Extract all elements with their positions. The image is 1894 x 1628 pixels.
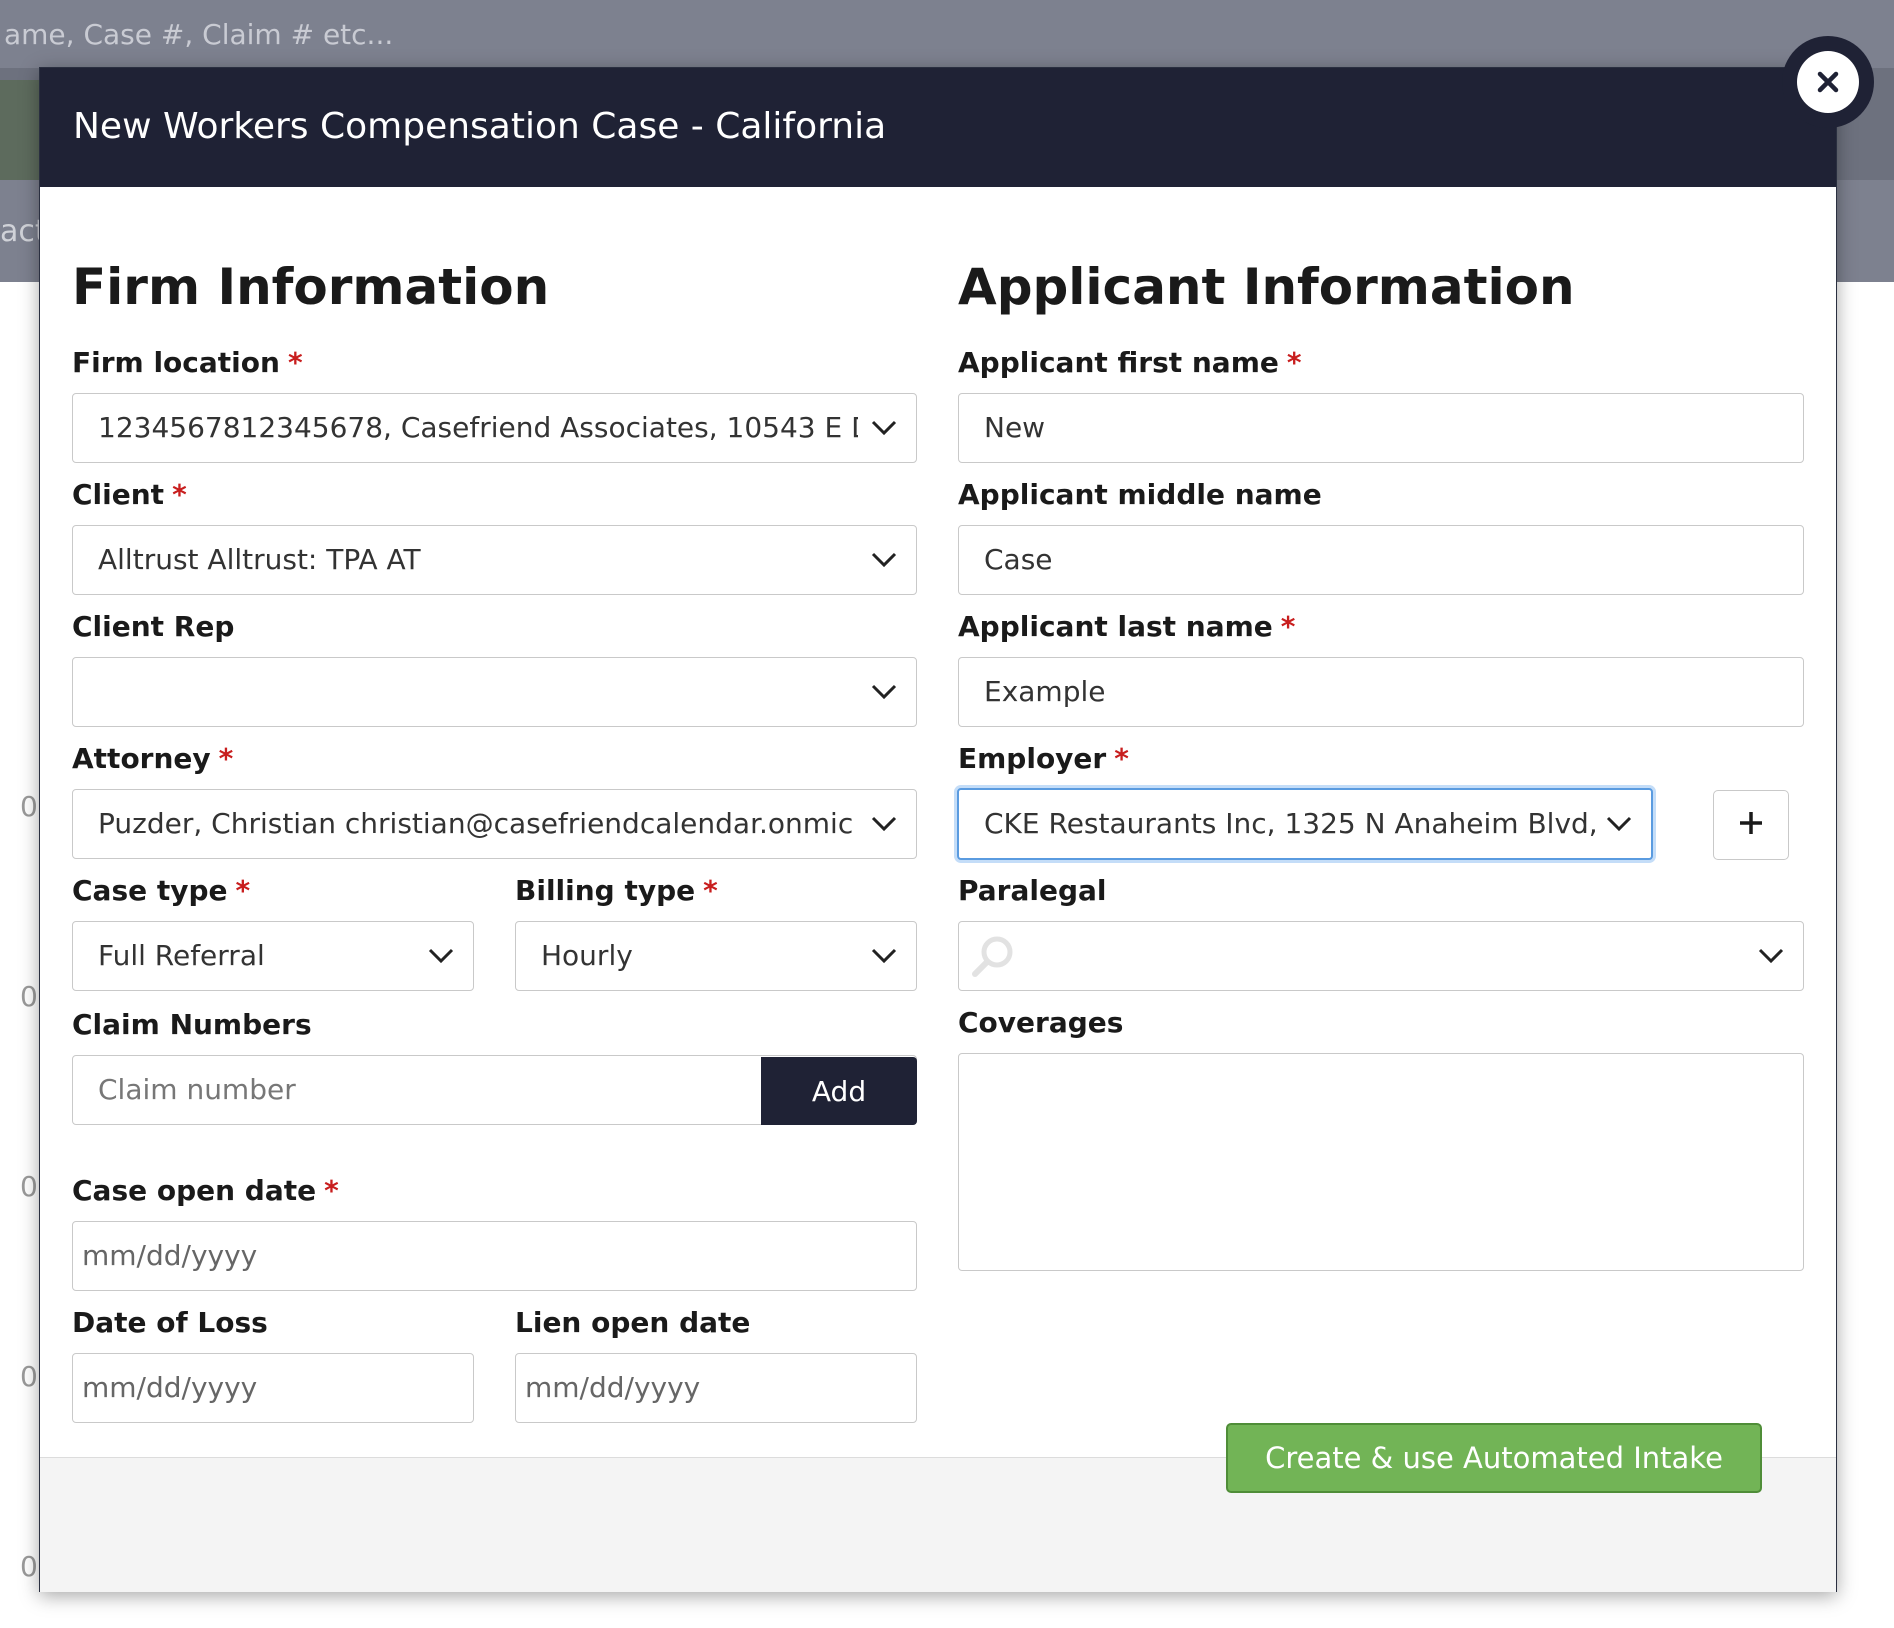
chevron-down-icon bbox=[870, 922, 898, 990]
search-icon bbox=[969, 934, 1015, 980]
date-of-loss-placeholder: mm/dd/yyyy bbox=[82, 1371, 258, 1404]
coverages-label: Coverages bbox=[958, 1006, 1124, 1039]
coverages-textarea[interactable] bbox=[958, 1053, 1804, 1271]
lien-open-date-label: Lien open date bbox=[515, 1306, 751, 1339]
lien-open-date-placeholder: mm/dd/yyyy bbox=[525, 1371, 701, 1404]
case-open-date-label: Case open date * bbox=[72, 1174, 339, 1207]
background-row-digit: 0 bbox=[20, 1360, 38, 1393]
employer-label: Employer * bbox=[958, 742, 1129, 775]
background-search-placeholder: ame, Case #, Claim # etc... bbox=[4, 18, 394, 51]
case-type-value: Full Referral bbox=[98, 939, 265, 972]
chevron-down-icon bbox=[427, 922, 455, 990]
chevron-down-icon bbox=[870, 790, 898, 858]
applicant-first-name-value: New bbox=[984, 411, 1046, 444]
plus-icon bbox=[1738, 810, 1764, 840]
background-topbar: ame, Case #, Claim # etc... bbox=[0, 0, 1894, 68]
applicant-last-name-label: Applicant last name * bbox=[958, 610, 1296, 643]
claim-number-placeholder: Claim number bbox=[98, 1073, 296, 1106]
required-marker: * bbox=[1280, 610, 1296, 643]
add-employer-button[interactable] bbox=[1713, 790, 1789, 860]
required-marker: * bbox=[287, 346, 303, 379]
claim-numbers-label: Claim Numbers bbox=[72, 1008, 312, 1041]
background-row-digit: 0 bbox=[20, 790, 38, 823]
applicant-middle-name-input[interactable]: Case bbox=[958, 525, 1804, 595]
billing-type-select[interactable]: Hourly bbox=[515, 921, 917, 991]
lien-open-date-input[interactable]: mm/dd/yyyy bbox=[515, 1353, 917, 1423]
modal-title: New Workers Compensation Case - Californ… bbox=[73, 106, 887, 147]
close-button[interactable] bbox=[1782, 36, 1874, 128]
close-icon[interactable] bbox=[1797, 51, 1859, 113]
firm-information-heading: Firm Information bbox=[72, 258, 550, 316]
applicant-middle-name-value: Case bbox=[984, 543, 1053, 576]
applicant-first-name-input[interactable]: New bbox=[958, 393, 1804, 463]
background-row-digit: 0 bbox=[20, 980, 38, 1013]
chevron-down-icon bbox=[1757, 922, 1785, 990]
add-claim-button[interactable]: Add bbox=[761, 1057, 917, 1125]
client-rep-label: Client Rep bbox=[72, 610, 235, 643]
background-row-digit: 0 bbox=[20, 1550, 38, 1583]
firm-location-label: Firm location * bbox=[72, 346, 303, 379]
attorney-label: Attorney * bbox=[72, 742, 234, 775]
client-select[interactable]: Alltrust Alltrust: TPA AT bbox=[72, 525, 917, 595]
required-marker: * bbox=[1114, 742, 1129, 775]
modal-header: New Workers Compensation Case - Californ… bbox=[40, 68, 1836, 187]
required-marker: * bbox=[324, 1174, 339, 1207]
paralegal-label: Paralegal bbox=[958, 874, 1107, 907]
applicant-information-heading: Applicant Information bbox=[958, 258, 1575, 316]
client-rep-select[interactable] bbox=[72, 657, 917, 727]
case-type-label: Case type * bbox=[72, 874, 251, 907]
case-open-date-input[interactable]: mm/dd/yyyy bbox=[72, 1221, 917, 1291]
date-of-loss-input[interactable]: mm/dd/yyyy bbox=[72, 1353, 474, 1423]
required-marker: * bbox=[1286, 346, 1302, 379]
chevron-down-icon bbox=[870, 658, 898, 726]
billing-type-label: Billing type * bbox=[515, 874, 718, 907]
chevron-down-icon bbox=[870, 394, 898, 462]
date-of-loss-label: Date of Loss bbox=[72, 1306, 268, 1339]
billing-type-value: Hourly bbox=[541, 939, 633, 972]
case-open-date-placeholder: mm/dd/yyyy bbox=[82, 1239, 258, 1272]
paralegal-select[interactable] bbox=[958, 921, 1804, 991]
firm-location-value: 1234567812345678, Casefriend Associates,… bbox=[98, 411, 858, 444]
required-marker: * bbox=[703, 874, 718, 907]
background-row-digit: 0 bbox=[20, 1170, 38, 1203]
firm-location-select[interactable]: 1234567812345678, Casefriend Associates,… bbox=[72, 393, 917, 463]
applicant-middle-name-label: Applicant middle name bbox=[958, 478, 1322, 511]
attorney-select[interactable]: Puzder, Christian christian@casefriendca… bbox=[72, 789, 917, 859]
employer-value: CKE Restaurants Inc, 1325 N Anaheim Blvd… bbox=[984, 807, 1604, 840]
applicant-last-name-input[interactable]: Example bbox=[958, 657, 1804, 727]
required-marker: * bbox=[172, 478, 187, 511]
create-automated-intake-button[interactable]: Create & use Automated Intake bbox=[1226, 1423, 1762, 1493]
applicant-last-name-value: Example bbox=[984, 675, 1106, 708]
employer-select[interactable]: CKE Restaurants Inc, 1325 N Anaheim Blvd… bbox=[957, 788, 1653, 860]
client-value: Alltrust Alltrust: TPA AT bbox=[98, 543, 421, 576]
background-thumbnail bbox=[0, 80, 40, 180]
client-label: Client * bbox=[72, 478, 187, 511]
case-type-select[interactable]: Full Referral bbox=[72, 921, 474, 991]
attorney-value: Puzder, Christian christian@casefriendca… bbox=[98, 807, 854, 840]
required-marker: * bbox=[235, 874, 251, 907]
applicant-first-name-label: Applicant first name * bbox=[958, 346, 1302, 379]
chevron-down-icon bbox=[870, 526, 898, 594]
required-marker: * bbox=[218, 742, 234, 775]
chevron-down-icon bbox=[1605, 790, 1633, 858]
